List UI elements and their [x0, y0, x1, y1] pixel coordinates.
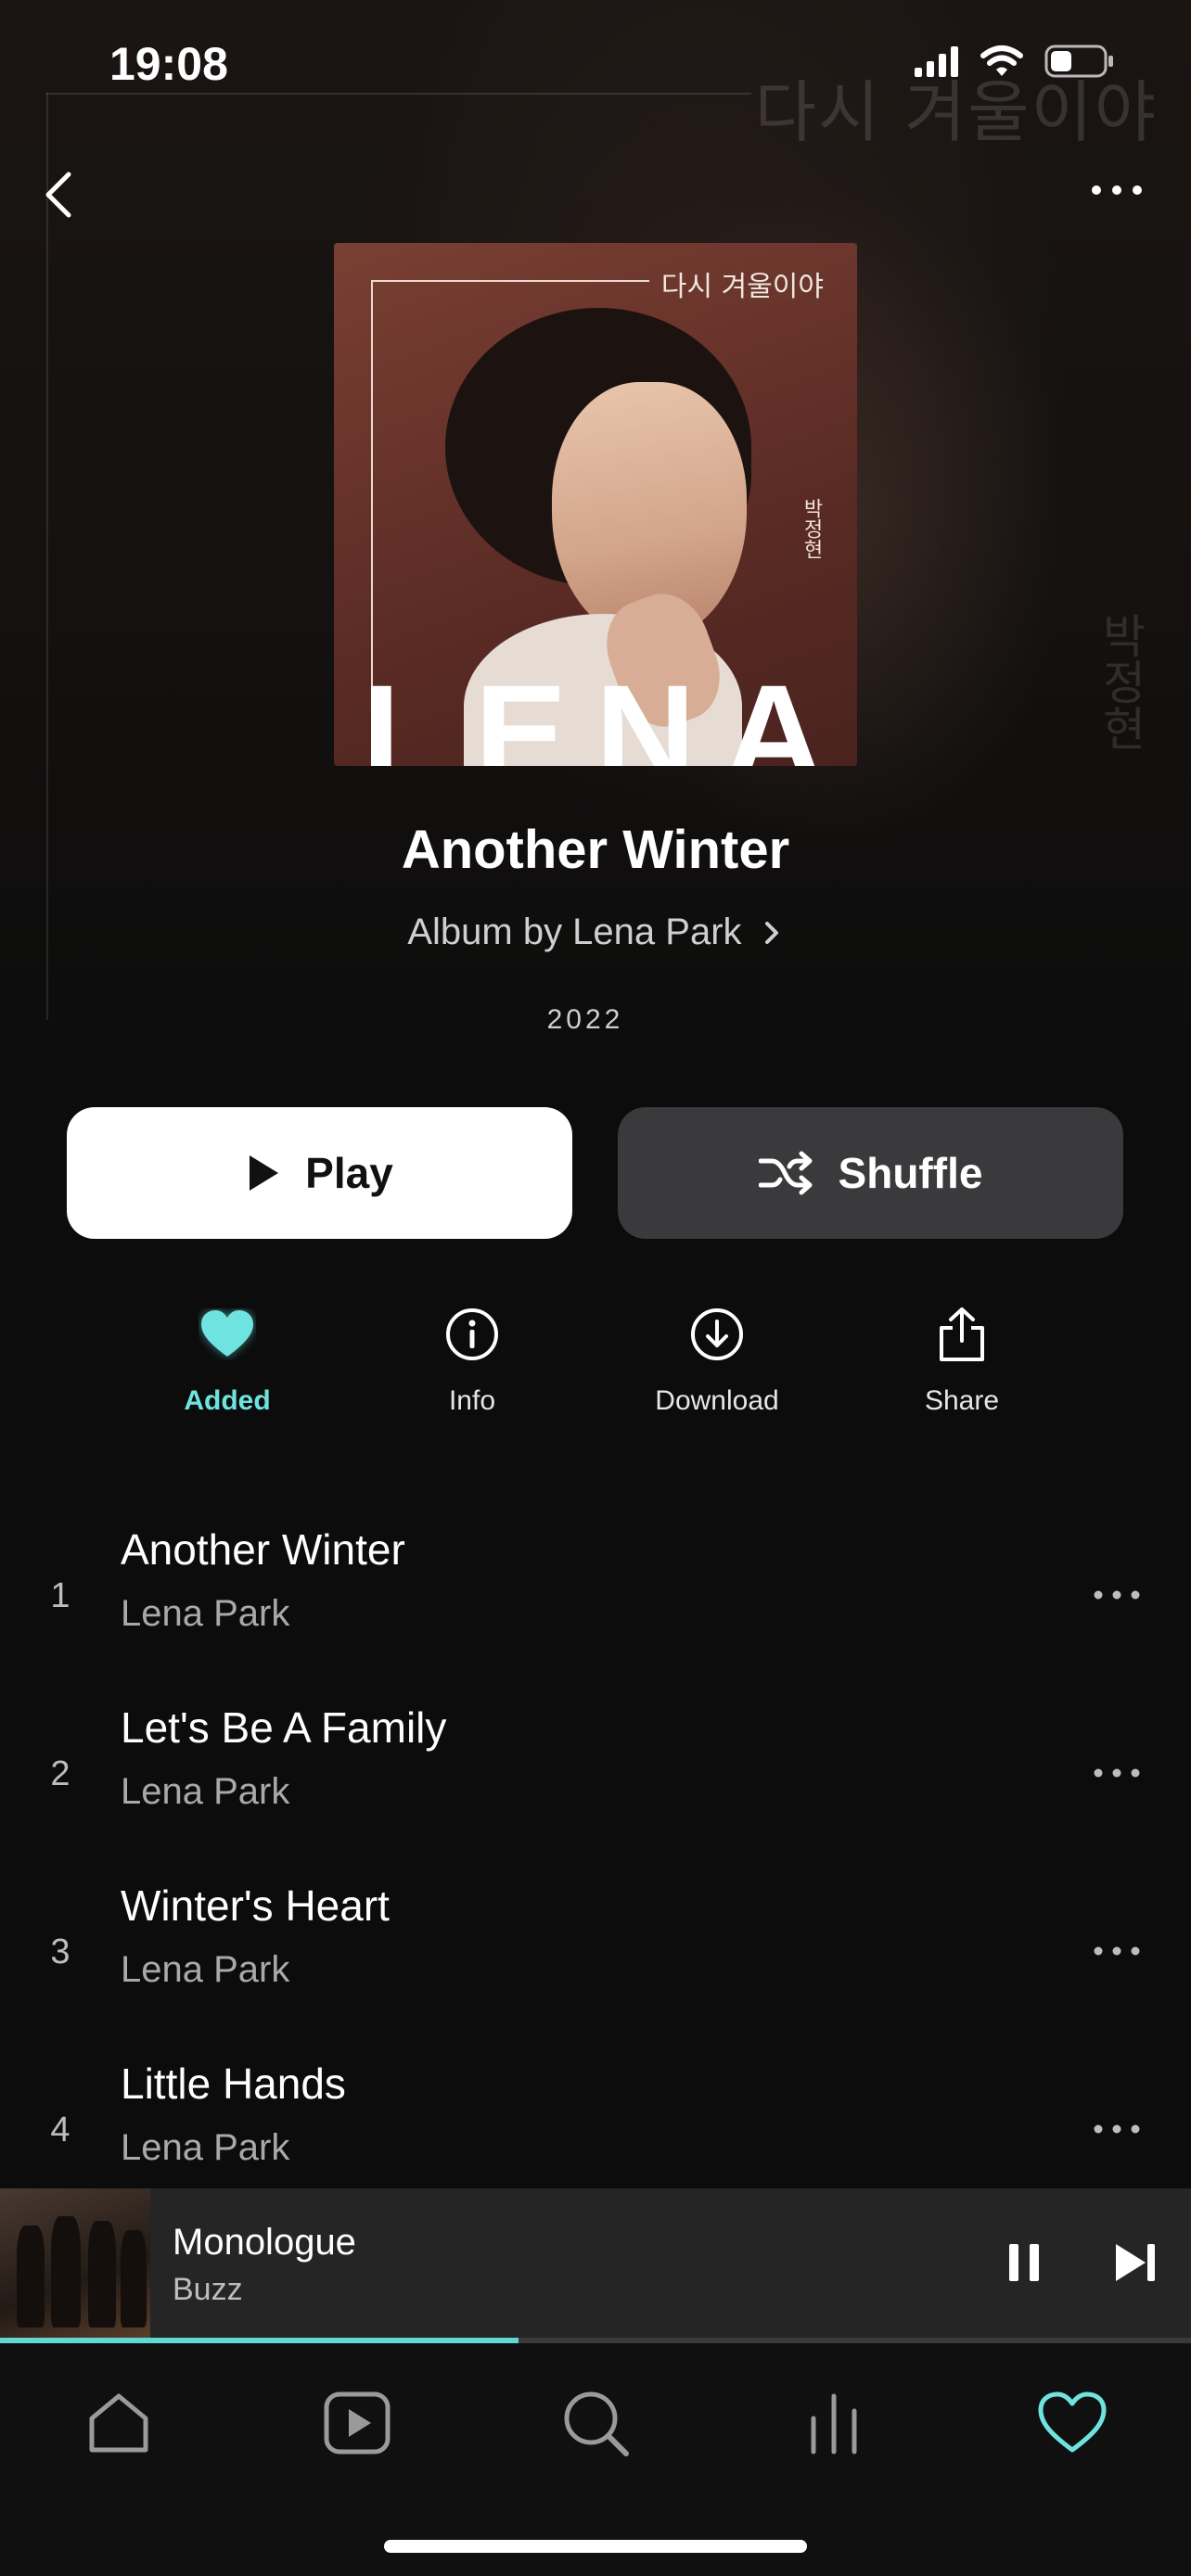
shuffle-button-label: Shuffle: [838, 1149, 983, 1197]
track-number: 1: [50, 1576, 70, 1615]
share-icon: [940, 1307, 984, 1361]
heart-filled-icon: [201, 1310, 253, 1357]
back-button[interactable]: [37, 167, 83, 223]
home-indicator: [384, 2540, 807, 2553]
added-button[interactable]: Added: [125, 1302, 329, 1417]
info-button[interactable]: Info: [370, 1302, 574, 1417]
track-title: Winter's Heart: [121, 1881, 390, 1930]
charts-icon: [811, 2393, 857, 2455]
track-more-icon[interactable]: [1089, 1754, 1145, 1792]
tab-charts[interactable]: [788, 2377, 880, 2469]
background-frame-line-vertical: [46, 93, 48, 1020]
battery-icon: [1044, 45, 1113, 78]
track-number: 4: [50, 2111, 70, 2149]
shuffle-icon: [758, 1151, 813, 1195]
home-icon: [89, 2393, 148, 2453]
album-cover: 다시 겨울이야 박정현 LENA: [334, 243, 857, 766]
next-track-button[interactable]: [1108, 2235, 1164, 2290]
cover-korean-title: 다시 겨울이야: [660, 271, 824, 303]
album-artist-link[interactable]: Album by Lena Park: [0, 912, 1191, 953]
tab-search[interactable]: [549, 2377, 642, 2469]
track-artist: Lena Park: [121, 1593, 290, 1634]
tab-my-collection[interactable]: [1026, 2377, 1119, 2469]
play-icon: [250, 1155, 279, 1191]
track-title: Let's Be A Family: [121, 1703, 447, 1752]
status-icons: [915, 45, 1115, 78]
chevron-right-icon: [764, 922, 778, 944]
chevron-left-icon: [45, 172, 71, 218]
cover-frame-line: [371, 280, 649, 282]
track-more-icon[interactable]: [1089, 1576, 1145, 1613]
more-options-button[interactable]: [1080, 167, 1154, 213]
track-number: 2: [50, 1754, 70, 1793]
info-label: Info: [448, 1385, 496, 1416]
cover-lettering: LENA: [362, 656, 852, 766]
wifi-icon: [980, 45, 1023, 76]
track-row[interactable]: 2 Let's Be A Family Lena Park: [0, 1699, 1191, 1875]
background-korean-artist: 박정현: [1094, 612, 1147, 751]
added-label: Added: [184, 1385, 271, 1416]
album-title: Another Winter: [401, 820, 790, 880]
track-artist: Lena Park: [121, 1949, 290, 1990]
track-more-icon[interactable]: [1089, 1932, 1145, 1970]
cellular-signal-icon: [915, 46, 958, 77]
share-button[interactable]: Share: [860, 1302, 1064, 1417]
download-icon: [691, 1308, 743, 1360]
now-playing-title: Monologue: [173, 2222, 356, 2263]
track-artist: Lena Park: [121, 1771, 290, 1812]
track-title: Little Hands: [121, 2060, 346, 2108]
now-playing-artist: Buzz: [173, 2272, 243, 2307]
info-icon: [446, 1308, 498, 1360]
cover-korean-artist: 박정현: [800, 498, 823, 559]
status-time: 19:08: [109, 38, 228, 90]
shuffle-button[interactable]: Shuffle: [618, 1107, 1123, 1239]
my-collection-icon: [1038, 2391, 1107, 2453]
skip-next-icon: [1116, 2244, 1155, 2281]
pause-button[interactable]: [1002, 2235, 1048, 2290]
track-row[interactable]: 3 Winter's Heart Lena Park: [0, 1877, 1191, 2053]
mini-player[interactable]: Monologue Buzz: [0, 2188, 1191, 2341]
play-button[interactable]: Play: [67, 1107, 572, 1239]
play-button-label: Play: [305, 1149, 393, 1197]
now-playing-artwork: [0, 2188, 150, 2339]
search-icon: [564, 2391, 629, 2456]
download-button[interactable]: Download: [615, 1302, 819, 1417]
track-row[interactable]: 1 Another Winter Lena Park: [0, 1521, 1191, 1697]
more-horizontal-icon: [1092, 185, 1142, 195]
tab-home[interactable]: [72, 2377, 165, 2469]
track-artist: Lena Park: [121, 2127, 290, 2168]
track-more-icon[interactable]: [1089, 2111, 1145, 2148]
background-frame-line: [46, 93, 751, 95]
share-label: Share: [924, 1385, 1000, 1416]
track-number: 3: [50, 1932, 70, 1971]
album-subtitle: Album by Lena Park: [407, 912, 742, 952]
download-label: Download: [655, 1385, 779, 1416]
album-year: 2022: [546, 1004, 624, 1035]
track-title: Another Winter: [121, 1525, 405, 1574]
pause-icon: [1009, 2244, 1039, 2281]
videos-icon: [324, 2391, 391, 2455]
tab-videos[interactable]: [311, 2377, 403, 2469]
